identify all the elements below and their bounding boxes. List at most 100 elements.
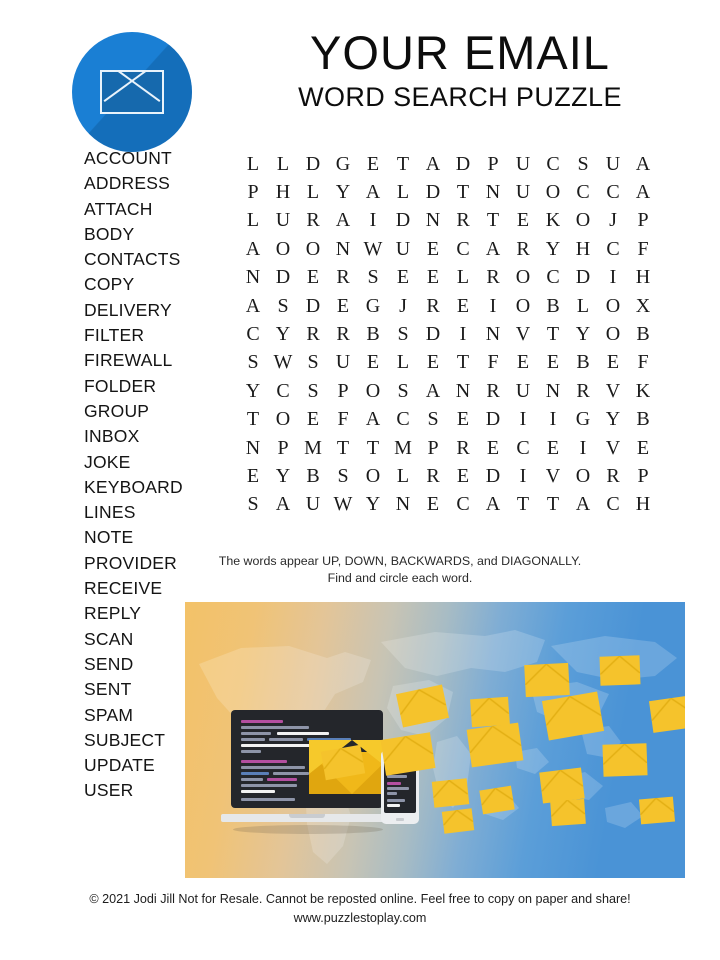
- letter-cell[interactable]: T: [358, 434, 388, 462]
- letter-cell[interactable]: O: [298, 235, 328, 263]
- letter-cell[interactable]: E: [448, 406, 478, 434]
- letter-cell[interactable]: S: [388, 377, 418, 405]
- letter-cell[interactable]: E: [418, 235, 448, 263]
- letter-cell[interactable]: U: [508, 377, 538, 405]
- letter-cell[interactable]: W: [358, 235, 388, 263]
- letter-cell[interactable]: R: [328, 320, 358, 348]
- letter-cell[interactable]: E: [538, 349, 568, 377]
- letter-cell[interactable]: F: [478, 349, 508, 377]
- letter-cell[interactable]: P: [478, 150, 508, 178]
- letter-cell[interactable]: D: [298, 150, 328, 178]
- letter-cell[interactable]: O: [268, 235, 298, 263]
- letter-cell[interactable]: E: [628, 434, 658, 462]
- letter-cell[interactable]: W: [268, 349, 298, 377]
- letter-cell[interactable]: J: [388, 292, 418, 320]
- letter-cell[interactable]: R: [298, 320, 328, 348]
- letter-cell[interactable]: O: [598, 320, 628, 348]
- letter-cell[interactable]: R: [568, 377, 598, 405]
- letter-cell[interactable]: S: [568, 150, 598, 178]
- letter-cell[interactable]: E: [388, 264, 418, 292]
- letter-cell[interactable]: E: [328, 292, 358, 320]
- letter-cell[interactable]: B: [628, 406, 658, 434]
- letter-cell[interactable]: A: [268, 491, 298, 519]
- letter-cell[interactable]: O: [538, 178, 568, 206]
- letter-cell[interactable]: L: [388, 462, 418, 490]
- letter-cell[interactable]: T: [448, 349, 478, 377]
- letter-cell[interactable]: T: [448, 178, 478, 206]
- letter-cell[interactable]: L: [298, 178, 328, 206]
- letter-cell[interactable]: I: [538, 406, 568, 434]
- letter-cell[interactable]: E: [418, 264, 448, 292]
- letter-cell[interactable]: R: [448, 207, 478, 235]
- letter-cell[interactable]: I: [568, 434, 598, 462]
- letter-cell[interactable]: V: [538, 462, 568, 490]
- letter-cell[interactable]: C: [268, 377, 298, 405]
- letter-cell[interactable]: C: [238, 320, 268, 348]
- letter-cell[interactable]: G: [328, 150, 358, 178]
- letter-cell[interactable]: R: [298, 207, 328, 235]
- letter-cell[interactable]: N: [388, 491, 418, 519]
- letter-cell[interactable]: D: [478, 462, 508, 490]
- letter-cell[interactable]: S: [328, 462, 358, 490]
- letter-cell[interactable]: P: [268, 434, 298, 462]
- letter-cell[interactable]: O: [508, 264, 538, 292]
- letter-cell[interactable]: S: [418, 406, 448, 434]
- letter-cell[interactable]: C: [508, 434, 538, 462]
- letter-cell[interactable]: U: [298, 491, 328, 519]
- letter-cell[interactable]: R: [418, 292, 448, 320]
- letter-cell[interactable]: Y: [538, 235, 568, 263]
- letter-cell[interactable]: T: [538, 491, 568, 519]
- letter-cell[interactable]: I: [598, 264, 628, 292]
- letter-cell[interactable]: S: [238, 491, 268, 519]
- letter-cell[interactable]: O: [268, 406, 298, 434]
- letter-cell[interactable]: O: [598, 292, 628, 320]
- letter-cell[interactable]: B: [628, 320, 658, 348]
- letter-cell[interactable]: C: [598, 235, 628, 263]
- letter-cell[interactable]: U: [508, 178, 538, 206]
- letter-cell[interactable]: E: [448, 292, 478, 320]
- letter-cell[interactable]: S: [238, 349, 268, 377]
- letter-cell[interactable]: D: [268, 264, 298, 292]
- letter-cell[interactable]: A: [238, 235, 268, 263]
- letter-cell[interactable]: N: [238, 434, 268, 462]
- letter-cell[interactable]: T: [478, 207, 508, 235]
- letter-cell[interactable]: A: [358, 406, 388, 434]
- letter-cell[interactable]: C: [448, 235, 478, 263]
- letter-cell[interactable]: B: [568, 349, 598, 377]
- letter-cell[interactable]: C: [538, 264, 568, 292]
- letter-cell[interactable]: A: [478, 235, 508, 263]
- letter-cell[interactable]: L: [448, 264, 478, 292]
- letter-cell[interactable]: D: [568, 264, 598, 292]
- letter-cell[interactable]: K: [538, 207, 568, 235]
- letter-cell[interactable]: Y: [268, 320, 298, 348]
- letter-cell[interactable]: R: [418, 462, 448, 490]
- letter-cell[interactable]: E: [598, 349, 628, 377]
- letter-cell[interactable]: S: [298, 349, 328, 377]
- letter-cell[interactable]: E: [298, 264, 328, 292]
- letter-cell[interactable]: N: [328, 235, 358, 263]
- letter-cell[interactable]: R: [448, 434, 478, 462]
- letter-cell[interactable]: K: [628, 377, 658, 405]
- letter-cell[interactable]: B: [358, 320, 388, 348]
- letter-cell[interactable]: C: [598, 491, 628, 519]
- letter-cell[interactable]: U: [598, 150, 628, 178]
- letter-cell[interactable]: N: [538, 377, 568, 405]
- letter-cell[interactable]: V: [598, 377, 628, 405]
- letter-cell[interactable]: N: [418, 207, 448, 235]
- letter-cell[interactable]: A: [628, 150, 658, 178]
- letter-cell[interactable]: H: [628, 264, 658, 292]
- letter-cell[interactable]: A: [358, 178, 388, 206]
- letter-cell[interactable]: L: [388, 178, 418, 206]
- letter-cell[interactable]: S: [298, 377, 328, 405]
- letter-cell[interactable]: U: [268, 207, 298, 235]
- letter-cell[interactable]: I: [508, 462, 538, 490]
- letter-cell[interactable]: E: [358, 150, 388, 178]
- letter-cell[interactable]: S: [388, 320, 418, 348]
- letter-cell[interactable]: Y: [268, 462, 298, 490]
- letter-cell[interactable]: U: [508, 150, 538, 178]
- letter-cell[interactable]: I: [448, 320, 478, 348]
- letter-cell[interactable]: E: [358, 349, 388, 377]
- letter-cell[interactable]: A: [418, 150, 448, 178]
- letter-cell[interactable]: O: [358, 462, 388, 490]
- letter-cell[interactable]: E: [508, 207, 538, 235]
